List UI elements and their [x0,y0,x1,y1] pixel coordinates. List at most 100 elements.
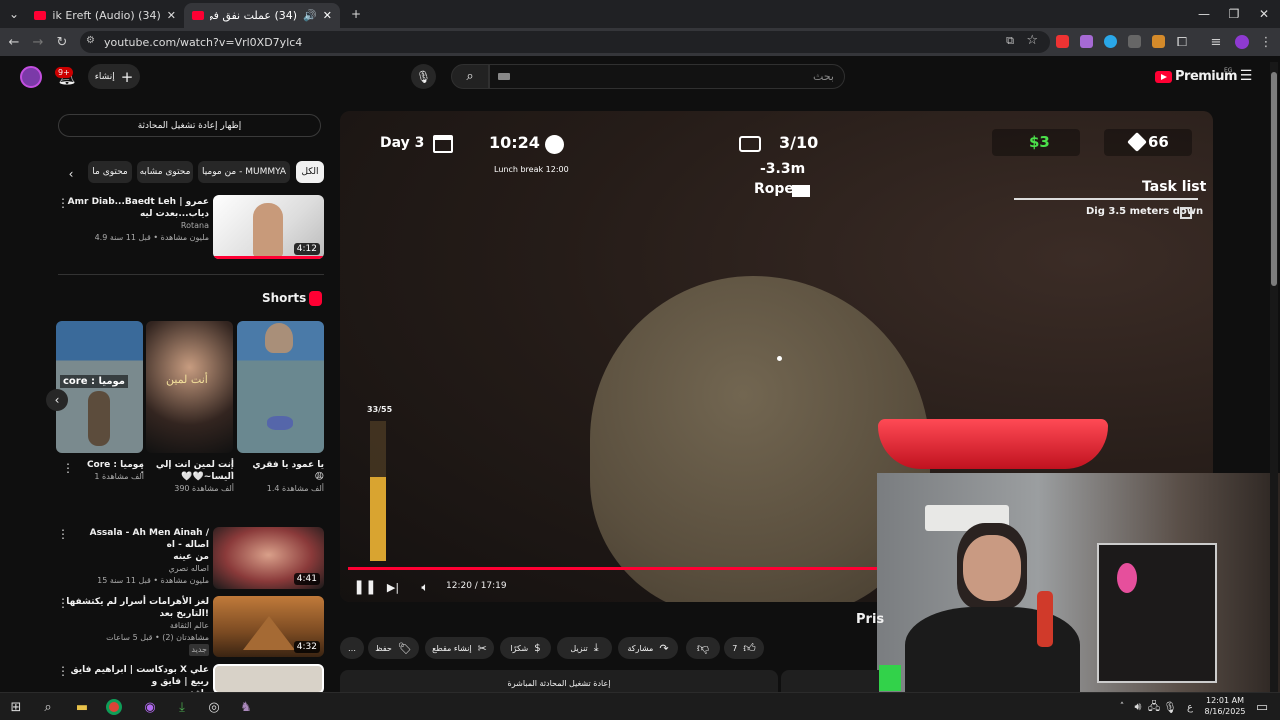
more-options-icon[interactable]: ⋮ [57,596,69,610]
related-video-info[interactable]: Amr Diab...Baedt Leh | عمرو دياب...بعدت … [64,196,209,244]
chip-from-channel[interactable]: من موميا - MUMMYA [198,161,290,183]
volume-icon[interactable]: 🔈︎ [416,578,434,596]
time-display: 12:20 / 17:19 [446,581,507,591]
thumbnail-figure [253,203,283,257]
share-button[interactable]: مشاركة ↷ [618,637,678,659]
notifications-center-icon[interactable]: ▭ [1252,697,1272,717]
search-input[interactable]: بحث [489,64,845,89]
address-bar[interactable]: ⚙ youtube.com/watch?v=Vrl0XD7ylc4 ⧉ ☆ [80,31,1050,53]
clip-button[interactable]: إنشاء مقطع ✂ [425,637,494,659]
site-info-icon[interactable]: ⚙ [86,35,95,46]
chrome-taskbar-icon[interactable] [106,699,122,715]
stamina-text: 33/55 [367,405,393,414]
show-chat-replay-button[interactable]: إظهار إعادة تشغيل المحادثة [58,114,321,137]
windows-start-icon[interactable]: ⊞ [6,697,26,717]
back-icon[interactable]: ← [4,32,24,52]
clock-time: 12:01 AM [1206,696,1244,705]
chip-related[interactable]: محتوى مشابه [137,161,193,183]
keyboard-icon[interactable] [498,73,510,80]
file-explorer-icon[interactable]: ▬ [72,697,92,717]
short-thumbnail[interactable]: أنت لمين [146,321,233,453]
video-thumbnail[interactable] [213,664,324,694]
dislike-button[interactable]: 👎︎ [686,637,720,659]
webcam-overlay [877,473,1280,692]
related-video-info[interactable]: Assala - Ah Men Ainah / اصاله - اه من عي… [64,527,209,587]
reload-icon[interactable]: ↻ [52,32,72,52]
cast-icon[interactable]: ⧉ [1006,34,1014,48]
app-taskbar-icon[interactable]: ◉ [140,697,160,717]
extension-icon[interactable] [1152,35,1165,48]
extension-abp-icon[interactable] [1056,35,1069,48]
account-avatar[interactable] [20,66,42,88]
chrome-menu-icon[interactable]: ⋮ [1256,32,1276,52]
scrollbar-thumb[interactable] [1271,72,1277,286]
short-thumbnail[interactable] [237,321,324,453]
extension-icon[interactable] [1104,35,1117,48]
save-button[interactable]: حفظ 🏷︎ [368,637,419,659]
shorts-prev-icon[interactable]: ‹ [46,389,68,411]
tab-close-icon[interactable]: ✕ [323,9,332,22]
more-options-icon[interactable]: ⋮ [136,461,148,475]
rope-icon [792,185,810,197]
voice-search-mic-icon[interactable]: 🎙︎ [411,64,436,89]
short-thumbnail[interactable]: core : موميا [56,321,143,453]
new-tab-button[interactable]: + [340,0,372,28]
video-thumbnail[interactable]: 4:12 [213,195,324,259]
more-options-icon[interactable]: ⋮ [57,527,69,541]
minimize-button[interactable]: — [1188,0,1220,28]
taskbar-search-icon[interactable]: ⌕ [38,697,58,717]
video-thumbnail[interactable]: 4:32 [213,596,324,657]
tab-search-icon[interactable]: ⌄ [2,0,26,28]
short-info[interactable]: أنت لمين انت إلي 🤍🤍~الیسا 390 ألف مشاهدة [146,459,234,495]
page-scrollbar[interactable] [1270,62,1278,692]
video-title-line2: دياب...بعدت ليه [139,209,209,219]
forward-icon[interactable]: → [28,32,48,52]
app-taskbar-icon[interactable]: ◎ [204,697,224,717]
extension-icon[interactable] [1080,35,1093,48]
like-button[interactable]: 7 👍︎ [724,637,764,659]
more-options-icon[interactable]: ⋮ [57,196,69,210]
browser-tab-1[interactable]: (34) Elissa - Adik Ereft (Audio) / اليسا… [26,3,184,28]
maximize-button[interactable]: ❐ [1218,0,1250,28]
thanks-button[interactable]: شكرًا $ [500,637,551,659]
hud-gems: 66 [1148,133,1169,151]
more-actions-button[interactable]: … [340,637,364,659]
short-title-line2: 😩 [314,472,324,482]
more-options-icon[interactable]: ⋮ [226,461,238,475]
chips-scroll-left-icon[interactable]: ‹ [62,165,80,183]
rgb-fan-shape [1117,563,1137,593]
mic-tray-icon[interactable]: 🎙︎ [1160,697,1180,717]
more-options-icon[interactable]: ⋮ [57,664,69,678]
search-button[interactable]: ⌕ [451,64,489,89]
tab-audio-icon[interactable]: 🔊 [303,9,317,22]
create-button[interactable]: إنشاء + [88,64,140,89]
bookmark-star-icon[interactable]: ☆ [1026,33,1038,48]
pause-icon[interactable]: ❚❚ [353,578,376,596]
extension-icon[interactable] [1128,35,1141,48]
download-manager-icon[interactable]: ⤓ [172,697,192,717]
save-bookmark-icon: 🏷︎ [397,641,412,655]
download-button[interactable]: تنزيل ⤓ [557,637,612,659]
app-taskbar-icon[interactable]: ♞ [236,697,256,717]
profile-avatar[interactable] [1235,35,1249,49]
close-window-button[interactable]: ✕ [1248,0,1280,28]
video-thumbnail[interactable]: 4:41 [213,527,324,589]
browser-tab-2[interactable]: (34) عملت نفق في سجن مفا 🔊 ✕ [184,3,340,28]
taskbar-clock[interactable]: 12:01 AM 8/16/2025 [1203,695,1247,717]
hud-count: 3/10 [779,133,819,152]
download-label: تنزيل [570,643,588,653]
hud-day: Day 3 [380,135,425,151]
extensions-puzzle-icon[interactable]: ⧠ [1172,32,1192,52]
channel-name: عالم الثقافة [169,621,209,630]
chip-more[interactable]: محتوى ما [88,161,132,183]
red-bucket-shape [878,419,1108,469]
next-video-icon[interactable]: ▶| [384,578,402,596]
short-info[interactable]: يا عمود يا فقري 😩 1.4 ألف مشاهدة [236,459,324,495]
reading-list-icon[interactable]: ≡ [1206,32,1226,52]
tab-close-icon[interactable]: ✕ [167,9,176,22]
more-options-icon[interactable]: ⋮ [62,461,74,475]
chip-all[interactable]: الكل [296,161,324,183]
input-language[interactable]: ع [1180,697,1200,717]
related-video-info[interactable]: لغز الأهرامات أسرار لم يكتشفها التاريخ ب… [64,596,209,656]
menu-hamburger-icon[interactable]: ☰ [1236,66,1256,86]
